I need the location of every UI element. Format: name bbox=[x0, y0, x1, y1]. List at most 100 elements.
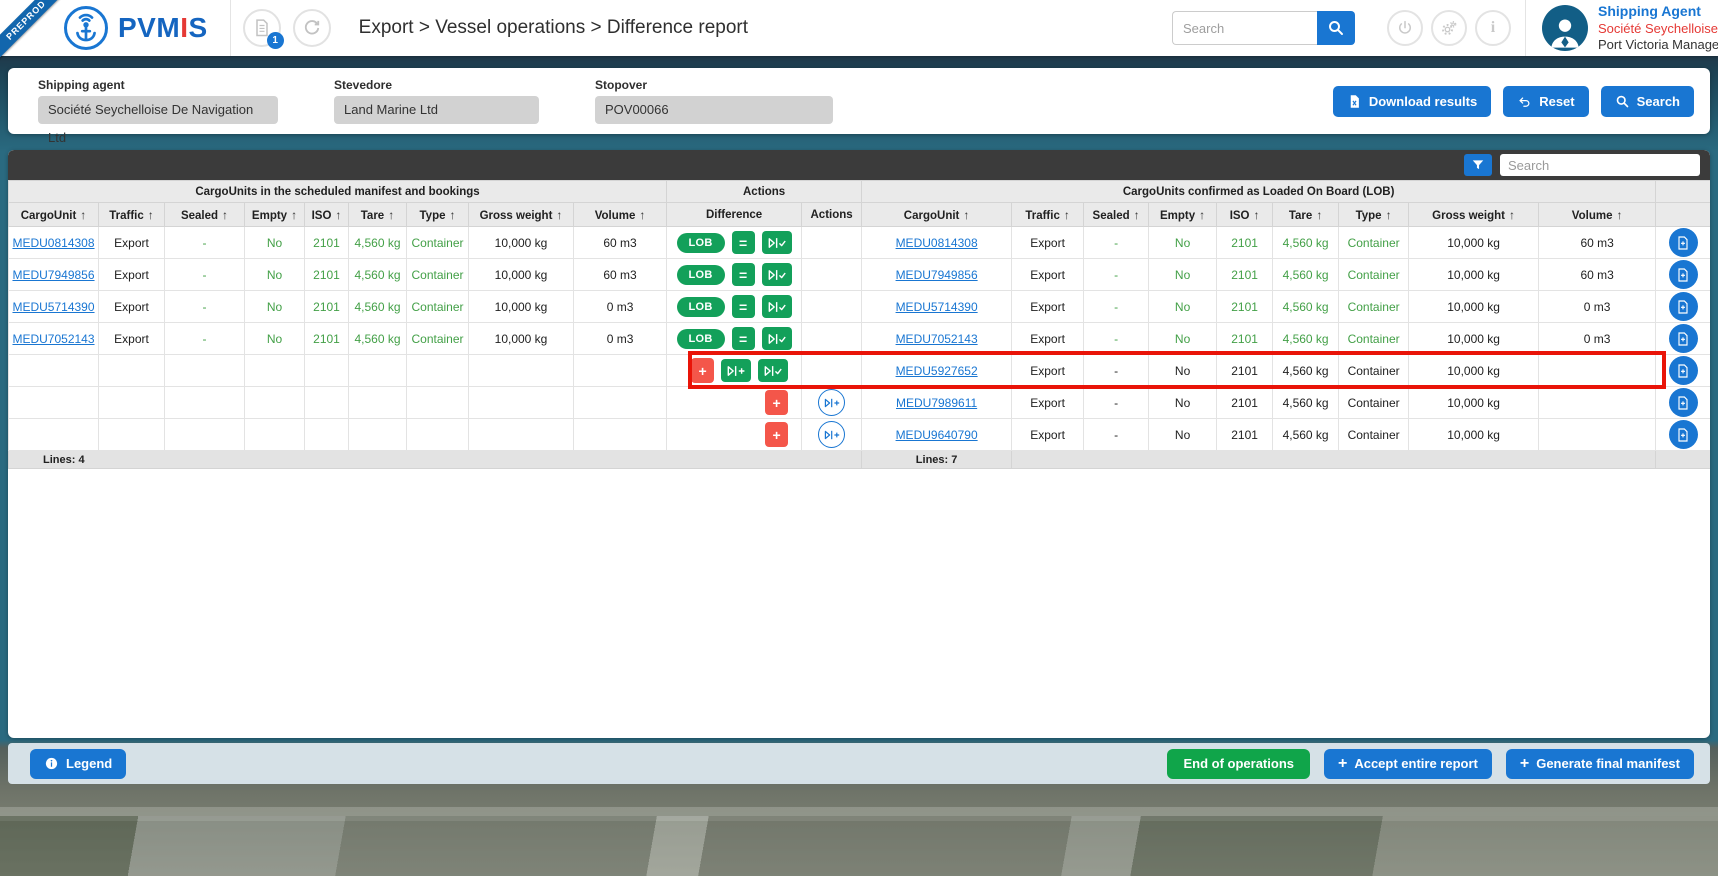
column-header-tare-left[interactable]: Tare↑ bbox=[349, 203, 407, 227]
volume-cell-left: 0 m3 bbox=[574, 291, 667, 323]
end-of-operations-button[interactable]: End of operations bbox=[1167, 749, 1310, 779]
volume-cell-left: 0 m3 bbox=[574, 323, 667, 355]
lob-pill[interactable]: LOB bbox=[677, 265, 725, 285]
cargo-unit-link[interactable]: MEDU9640790 bbox=[896, 428, 978, 442]
header-search-button[interactable] bbox=[1317, 11, 1355, 45]
cargo-unit-link[interactable]: MEDU7949856 bbox=[896, 268, 978, 282]
column-header-cargounit-left[interactable]: CargoUnit↑ bbox=[9, 203, 99, 227]
header-search-input[interactable] bbox=[1172, 11, 1317, 45]
transfer-button[interactable] bbox=[818, 389, 845, 416]
volume-cell-right bbox=[1539, 355, 1656, 387]
add-button[interactable]: + bbox=[765, 390, 788, 415]
column-header-type-right[interactable]: Type↑ bbox=[1339, 203, 1409, 227]
settings-button[interactable] bbox=[1431, 10, 1467, 46]
reset-button[interactable]: Reset bbox=[1503, 86, 1588, 117]
confirm-loaded-button[interactable] bbox=[758, 359, 788, 382]
column-header-volume-left[interactable]: Volume↑ bbox=[574, 203, 667, 227]
cargo-unit-link[interactable]: MEDU7989611 bbox=[896, 396, 977, 410]
equals-button[interactable]: = bbox=[732, 327, 755, 350]
table-search-input[interactable] bbox=[1500, 154, 1700, 176]
add-note-button[interactable] bbox=[1669, 260, 1698, 289]
add-note-icon bbox=[1675, 267, 1691, 283]
lob-pill[interactable]: LOB bbox=[677, 233, 725, 253]
cargo-unit-link[interactable]: MEDU5714390 bbox=[12, 300, 94, 314]
equals-button[interactable]: = bbox=[732, 231, 755, 254]
confirm-loaded-button[interactable] bbox=[762, 295, 792, 318]
cargo-unit-link[interactable]: MEDU5927652 bbox=[896, 364, 978, 378]
cargo-unit-cell-right: MEDU5927652 bbox=[862, 355, 1012, 387]
column-header-sealed-left[interactable]: Sealed↑ bbox=[165, 203, 245, 227]
add-note-icon bbox=[1675, 395, 1691, 411]
column-header-traffic-right[interactable]: Traffic↑ bbox=[1012, 203, 1084, 227]
add-button[interactable]: + bbox=[691, 358, 714, 383]
accept-entire-report-button[interactable]: + Accept entire report bbox=[1324, 749, 1492, 779]
add-note-button[interactable] bbox=[1669, 292, 1698, 321]
column-header-empty-right[interactable]: Empty↑ bbox=[1149, 203, 1217, 227]
app-header: PREPROD PVMIS 1 Export > Vessel operatio… bbox=[0, 0, 1718, 56]
actions-cell bbox=[802, 355, 862, 387]
confirm-loaded-button[interactable] bbox=[762, 231, 792, 254]
cargo-unit-link[interactable]: MEDU7052143 bbox=[12, 332, 94, 346]
empty-cell-left: No bbox=[245, 323, 305, 355]
person-icon bbox=[1545, 11, 1585, 51]
search-button[interactable]: Search bbox=[1601, 86, 1694, 117]
lob-pill[interactable]: LOB bbox=[677, 297, 725, 317]
cargo-unit-link[interactable]: MEDU5714390 bbox=[896, 300, 978, 314]
column-header-sealed-right[interactable]: Sealed↑ bbox=[1084, 203, 1149, 227]
column-header-empty-left[interactable]: Empty↑ bbox=[245, 203, 305, 227]
add-note-button[interactable] bbox=[1669, 420, 1698, 449]
transfer-button[interactable] bbox=[818, 421, 845, 448]
legend-button[interactable]: Legend bbox=[30, 749, 126, 779]
tare-cell-left bbox=[349, 419, 407, 451]
sort-asc-icon: ↑ bbox=[335, 208, 341, 222]
table-row: MEDU7052143Export-No21014,560 kgContaine… bbox=[9, 323, 1711, 355]
documents-button[interactable]: 1 bbox=[243, 9, 281, 47]
refresh-button[interactable] bbox=[293, 9, 331, 47]
gross-weight-cell-right: 10,000 kg bbox=[1409, 259, 1539, 291]
cargo-unit-link[interactable]: MEDU0814308 bbox=[12, 236, 94, 250]
column-header-volume-right[interactable]: Volume↑ bbox=[1539, 203, 1656, 227]
stopover-input[interactable]: POV00066 bbox=[595, 96, 833, 124]
add-note-button[interactable] bbox=[1669, 356, 1698, 385]
table-filter-button[interactable] bbox=[1464, 154, 1492, 176]
difference-cell: LOB = bbox=[667, 291, 802, 323]
column-header-iso-right[interactable]: ISO↑ bbox=[1217, 203, 1273, 227]
volume-cell-left: 60 m3 bbox=[574, 259, 667, 291]
sort-asc-icon: ↑ bbox=[1134, 208, 1140, 222]
type-cell-left bbox=[407, 419, 469, 451]
column-header-cargounit-right[interactable]: CargoUnit↑ bbox=[862, 203, 1012, 227]
plus-icon: + bbox=[1338, 755, 1347, 773]
add-note-button[interactable] bbox=[1669, 324, 1698, 353]
transfer-add-button[interactable] bbox=[721, 359, 751, 382]
empty-cell-right: No bbox=[1149, 291, 1217, 323]
confirm-loaded-icon bbox=[766, 300, 788, 314]
column-header-iso-left[interactable]: ISO↑ bbox=[305, 203, 349, 227]
column-header-tare-right[interactable]: Tare↑ bbox=[1273, 203, 1339, 227]
column-header-type-left[interactable]: Type↑ bbox=[407, 203, 469, 227]
column-header-gross-weight-left[interactable]: Gross weight↑ bbox=[469, 203, 574, 227]
download-results-button[interactable]: Download results bbox=[1333, 86, 1491, 117]
cargo-unit-link[interactable]: MEDU7949856 bbox=[12, 268, 94, 282]
cargo-unit-link[interactable]: MEDU0814308 bbox=[896, 236, 978, 250]
confirm-loaded-button[interactable] bbox=[762, 327, 792, 350]
shipping-agent-input[interactable]: Société Seychelloise De Navigation Ltd bbox=[38, 96, 278, 124]
user-block[interactable]: Shipping Agent Société Seychelloise De N… bbox=[1525, 0, 1718, 56]
stevedore-input[interactable]: Land Marine Ltd bbox=[334, 96, 539, 124]
search-icon bbox=[1327, 19, 1345, 37]
table-row: MEDU7949856Export-No21014,560 kgContaine… bbox=[9, 259, 1711, 291]
sort-asc-icon: ↑ bbox=[1386, 208, 1392, 222]
confirm-loaded-button[interactable] bbox=[762, 263, 792, 286]
cargo-unit-link[interactable]: MEDU7052143 bbox=[896, 332, 978, 346]
column-header-traffic-left[interactable]: Traffic↑ bbox=[99, 203, 165, 227]
column-header-gross-weight-right[interactable]: Gross weight↑ bbox=[1409, 203, 1539, 227]
add-button[interactable]: + bbox=[765, 422, 788, 447]
header-search bbox=[1172, 11, 1355, 45]
generate-final-manifest-button[interactable]: + Generate final manifest bbox=[1506, 749, 1694, 779]
logout-button[interactable] bbox=[1387, 10, 1423, 46]
add-note-button[interactable] bbox=[1669, 388, 1698, 417]
info-button[interactable]: i bbox=[1475, 10, 1511, 46]
add-note-button[interactable] bbox=[1669, 228, 1698, 257]
equals-button[interactable]: = bbox=[732, 295, 755, 318]
equals-button[interactable]: = bbox=[732, 263, 755, 286]
lob-pill[interactable]: LOB bbox=[677, 329, 725, 349]
